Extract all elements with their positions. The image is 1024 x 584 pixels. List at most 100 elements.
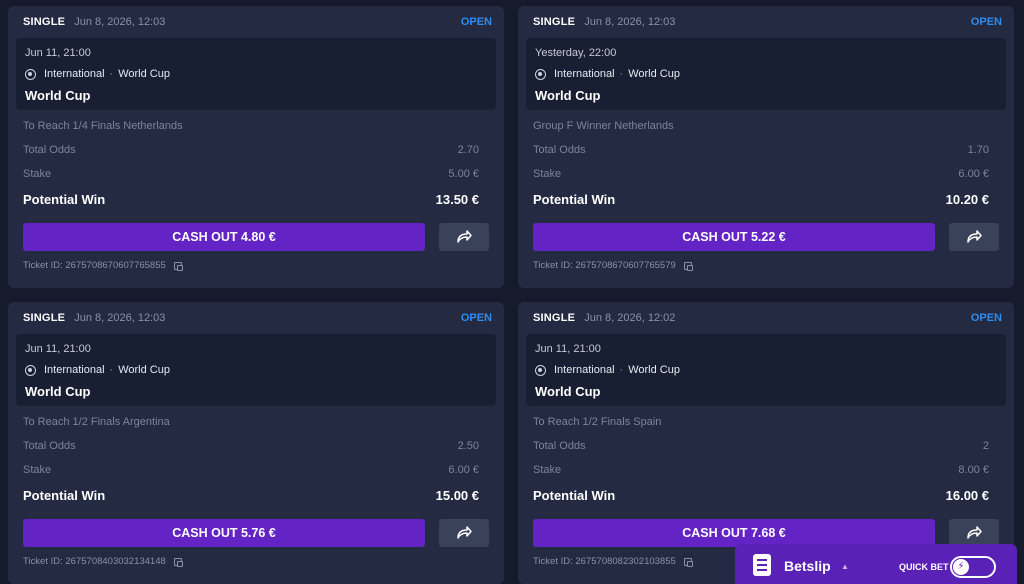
stake-row: Stake 6.00 €	[533, 168, 989, 180]
separator-dot: ·	[109, 364, 114, 376]
total-odds-row: Total Odds 2.50	[23, 440, 479, 452]
event-league: World Cup	[628, 364, 680, 376]
bet-ticket-card: SINGLE Jun 8, 2026, 12:03 OPEN Yesterday…	[518, 6, 1014, 288]
cash-out-button[interactable]: CASH OUT 4.80 €	[23, 223, 425, 251]
bet-ticket-card: SINGLE Jun 8, 2026, 12:03 OPEN Jun 11, 2…	[8, 302, 504, 584]
total-odds-value: 2.50	[457, 440, 479, 452]
bet-type: SINGLE	[23, 312, 66, 324]
betslip-label[interactable]: Betslip	[784, 558, 831, 574]
stake-label: Stake	[533, 464, 562, 476]
copy-icon[interactable]	[173, 557, 183, 567]
ticket-id: Ticket ID: 2675708670607765579	[533, 260, 693, 271]
football-icon	[535, 364, 546, 376]
status-badge: OPEN	[970, 312, 1002, 324]
share-button[interactable]	[439, 223, 489, 251]
betslip-bar[interactable]: Betslip ▲ QUICK BET ⚡	[735, 544, 1017, 584]
potential-win-value: 13.50 €	[435, 192, 479, 207]
share-arrow-icon	[457, 526, 472, 539]
event-competition: International · World Cup	[25, 364, 170, 376]
event-category: International	[554, 68, 615, 80]
event-box[interactable]: Jun 11, 21:00 International · World Cup …	[16, 38, 496, 110]
cash-out-button[interactable]: CASH OUT 7.68 €	[533, 519, 935, 547]
status-badge: OPEN	[970, 16, 1002, 28]
event-competition: International · World Cup	[535, 68, 680, 80]
ticket-header: SINGLE Jun 8, 2026, 12:02 OPEN	[533, 312, 1002, 330]
status-badge: OPEN	[460, 312, 492, 324]
stake-value: 8.00 €	[958, 464, 989, 476]
event-time: Jun 11, 21:00	[25, 343, 91, 355]
total-odds-label: Total Odds	[23, 144, 76, 156]
stake-label: Stake	[533, 168, 562, 180]
market-selection: To Reach 1/4 Finals Netherlands	[23, 120, 183, 132]
cash-out-button[interactable]: CASH OUT 5.22 €	[533, 223, 935, 251]
copy-icon[interactable]	[683, 557, 693, 567]
event-box[interactable]: Yesterday, 22:00 International · World C…	[526, 38, 1006, 110]
ticket-id: Ticket ID: 2675708082302103855	[533, 556, 693, 567]
cash-out-button[interactable]: CASH OUT 5.76 €	[23, 519, 425, 547]
bet-type: SINGLE	[533, 16, 576, 28]
copy-icon[interactable]	[683, 261, 693, 271]
potential-win-value: 15.00 €	[435, 488, 479, 503]
total-odds-label: Total Odds	[533, 144, 586, 156]
stake-row: Stake 6.00 €	[23, 464, 479, 476]
copy-icon[interactable]	[173, 261, 183, 271]
event-box[interactable]: Jun 11, 21:00 International · World Cup …	[16, 334, 496, 406]
total-odds-value: 2.70	[457, 144, 479, 156]
event-category: International	[554, 364, 615, 376]
stake-row: Stake 5.00 €	[23, 168, 479, 180]
share-arrow-icon	[967, 526, 982, 539]
placed-date: Jun 8, 2026, 12:03	[74, 312, 166, 324]
event-title: World Cup	[25, 384, 91, 399]
event-title: World Cup	[25, 88, 91, 103]
total-odds-row: Total Odds 2	[533, 440, 989, 452]
total-odds-value: 2	[982, 440, 989, 452]
ticket-id: Ticket ID: 2675708403032134148	[23, 556, 183, 567]
potential-win-label: Potential Win	[533, 192, 616, 207]
quick-bet-toggle[interactable]: ⚡	[950, 556, 996, 578]
stake-label: Stake	[23, 464, 52, 476]
total-odds-label: Total Odds	[23, 440, 76, 452]
event-category: International	[44, 68, 105, 80]
potential-win-row: Potential Win 15.00 €	[23, 488, 479, 503]
separator-dot: ·	[619, 364, 624, 376]
football-icon	[25, 364, 36, 376]
ticket-header: SINGLE Jun 8, 2026, 12:03 OPEN	[23, 16, 492, 34]
ticket-id: Ticket ID: 2675708670607765855	[23, 260, 183, 271]
ticket-header: SINGLE Jun 8, 2026, 12:03 OPEN	[533, 16, 1002, 34]
quick-bet-label: QUICK BET	[899, 562, 949, 572]
stake-value: 5.00 €	[448, 168, 479, 180]
total-odds-row: Total Odds 2.70	[23, 144, 479, 156]
stake-label: Stake	[23, 168, 52, 180]
placed-date: Jun 8, 2026, 12:02	[584, 312, 676, 324]
total-odds-label: Total Odds	[533, 440, 586, 452]
stake-value: 6.00 €	[958, 168, 989, 180]
event-box[interactable]: Jun 11, 21:00 International · World Cup …	[526, 334, 1006, 406]
market-selection: To Reach 1/2 Finals Spain	[533, 416, 662, 428]
market-selection: Group F Winner Netherlands	[533, 120, 674, 132]
betslip-icon	[753, 554, 771, 576]
event-league: World Cup	[118, 364, 170, 376]
share-button[interactable]	[949, 223, 999, 251]
football-icon	[25, 68, 36, 80]
ticket-header: SINGLE Jun 8, 2026, 12:03 OPEN	[23, 312, 492, 330]
share-button[interactable]	[439, 519, 489, 547]
caret-up-icon[interactable]: ▲	[841, 562, 849, 571]
potential-win-label: Potential Win	[533, 488, 616, 503]
placed-date: Jun 8, 2026, 12:03	[584, 16, 676, 28]
potential-win-row: Potential Win 16.00 €	[533, 488, 989, 503]
share-arrow-icon	[457, 230, 472, 243]
event-title: World Cup	[535, 88, 601, 103]
placed-date: Jun 8, 2026, 12:03	[74, 16, 166, 28]
potential-win-row: Potential Win 13.50 €	[23, 192, 479, 207]
event-title: World Cup	[535, 384, 601, 399]
event-time: Jun 11, 21:00	[25, 47, 91, 59]
ticket-id-text: Ticket ID: 2675708670607765579	[533, 260, 676, 271]
bet-ticket-card: SINGLE Jun 8, 2026, 12:02 OPEN Jun 11, 2…	[518, 302, 1014, 584]
potential-win-label: Potential Win	[23, 192, 106, 207]
bet-type: SINGLE	[533, 312, 576, 324]
event-league: World Cup	[628, 68, 680, 80]
share-arrow-icon	[967, 230, 982, 243]
share-button[interactable]	[949, 519, 999, 547]
bet-ticket-card: SINGLE Jun 8, 2026, 12:03 OPEN Jun 11, 2…	[8, 6, 504, 288]
ticket-id-text: Ticket ID: 2675708670607765855	[23, 260, 166, 271]
